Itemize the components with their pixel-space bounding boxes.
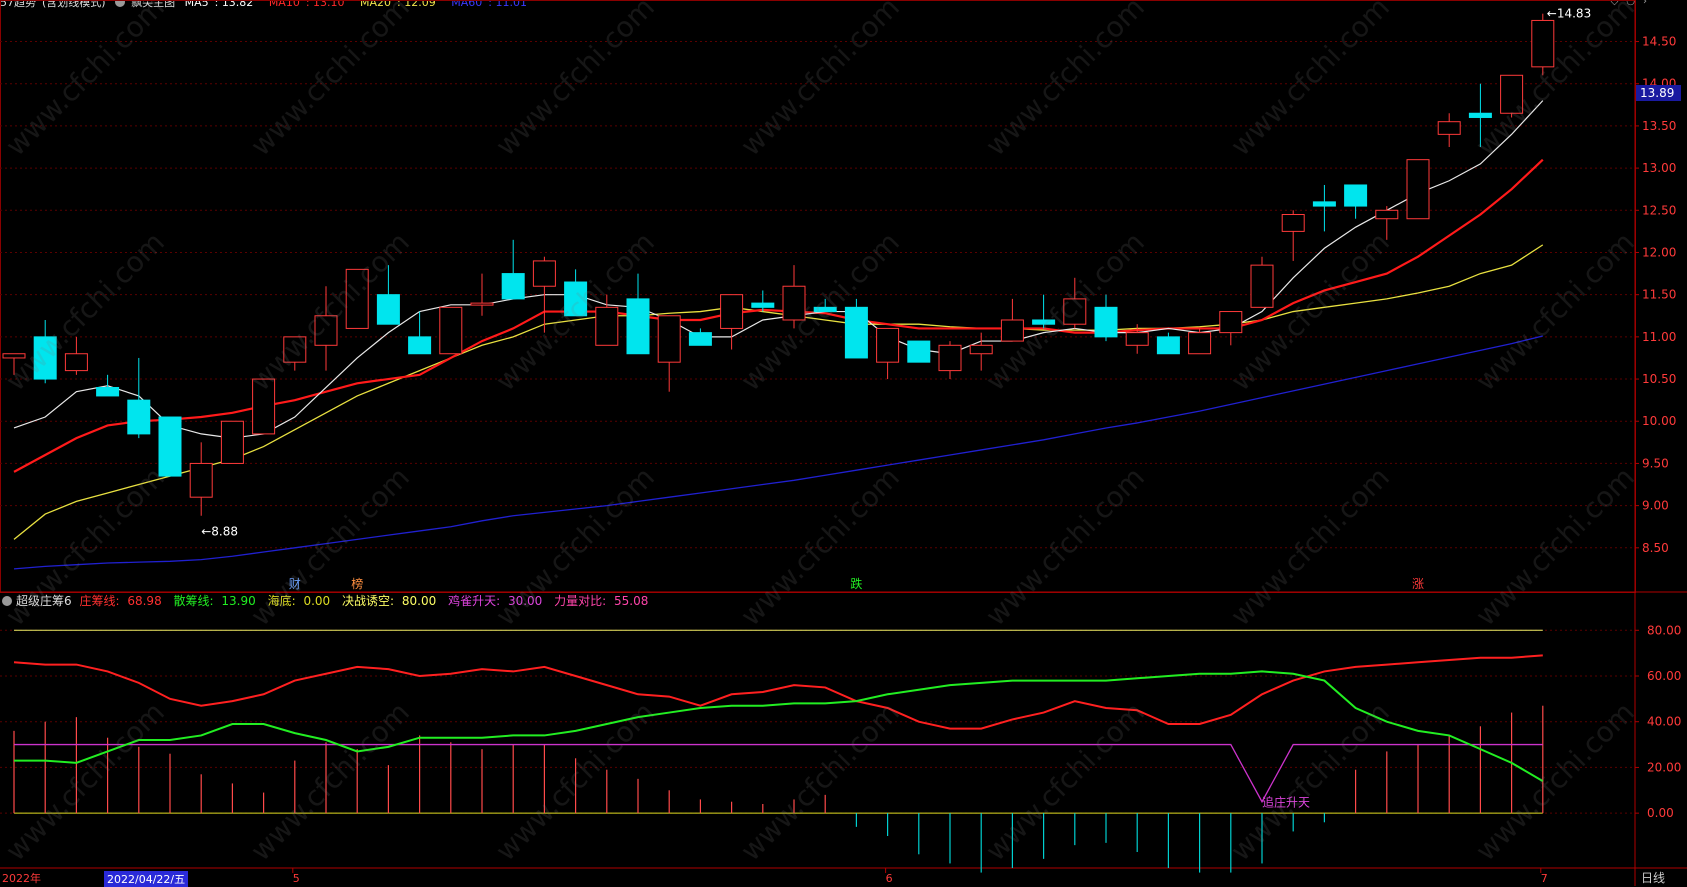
jique-label: 鸡雀升天: 30.00 [448,594,543,608]
candle-body [1344,184,1368,207]
candle-body [751,302,775,308]
candle-body [1437,121,1461,135]
price-tick-label: 9.00 [1642,499,1669,513]
san-label: 散筹线: 13.90 [173,594,256,608]
zhuang-label: 庄筹线: 68.98 [79,594,162,608]
current-price-label: 13.89 [1640,86,1674,100]
candle-body [595,306,619,346]
haidi-label: 海底: 0.00 [267,594,331,608]
candle-body [876,327,900,363]
candle-body [1000,319,1024,342]
candle-body [64,353,88,372]
candle-body [439,306,463,355]
ma5-line [13,100,1544,439]
candle-body [1063,298,1087,325]
candle-body [969,344,993,355]
price-tick-label: 10.50 [1642,372,1676,386]
kline-chart: 14.5014.0013.5013.0012.5012.0011.5011.00… [0,0,1687,886]
current-date-box: 2022/04/22/五 [104,871,189,887]
candle-body [1219,311,1243,334]
candle-body [532,260,556,287]
candle-body [1500,74,1524,114]
indicator-tick-label: 0.00 [1647,806,1674,820]
candle-body [626,298,650,355]
candle-body [1188,332,1212,355]
candle-body [283,336,307,363]
x-axis-label: 2022年 [2,871,41,885]
ji-line [14,743,1543,804]
price-tick-label: 11.00 [1642,330,1676,344]
main-panel-frame [0,0,1636,593]
candle-body [314,315,338,346]
indicator-tick-label: 20.00 [1647,760,1681,774]
x-axis-label: 5 [293,872,300,885]
indicator-toggle-icon[interactable] [2,596,12,606]
candle-body [376,294,400,325]
candle-body [1281,214,1305,232]
candle-body [938,344,962,372]
candle-body [470,302,494,306]
candle-body [189,462,213,498]
indicator-tick-label: 60.00 [1647,669,1681,683]
price-tick-label: 13.50 [1642,119,1676,133]
high-price-label: ←14.83 [1547,7,1591,21]
candle-body [564,281,588,317]
candle-body [1125,332,1149,346]
candle-body [158,416,182,477]
candle-body [657,315,681,363]
indicator-tick-label: 40.00 [1647,715,1681,729]
price-tick-label: 10.00 [1642,414,1676,428]
juezhan-label: 决战诱空: 80.00 [342,594,437,608]
zhuang-line [13,654,1543,730]
price-tick-label: 8.50 [1642,541,1669,555]
signal-marker: 榜 [351,576,363,591]
candle-body [408,336,432,355]
candle-body [813,306,837,313]
price-tick-label: 11.50 [1642,288,1676,302]
candle-body [1406,159,1430,220]
candle-body [33,336,57,380]
candle-body [96,386,120,397]
candle-body [1094,306,1118,338]
candle-body [1032,319,1056,325]
candle-body [1250,264,1274,308]
candle-body [907,340,931,363]
indicator-name: 超级庄筹6 [16,594,72,608]
price-tick-label: 14.50 [1642,35,1676,49]
x-axis-label: 7 [1541,872,1548,885]
signal-marker: 财 [289,577,301,591]
candle-body [782,285,806,321]
liliang-label: 力量对比: 55.08 [554,594,649,608]
candle-body [688,332,712,346]
period-selector[interactable]: 日线 [1641,869,1665,886]
x-axis-label: 6 [886,872,893,885]
signal-marker: 涨 [1412,576,1424,591]
candle-body [2,353,26,359]
candle-body [1375,209,1399,220]
candle-body [501,273,525,300]
candle-body [1531,19,1555,68]
indicator-tick-label: 80.00 [1647,623,1681,637]
candle-body [220,420,244,464]
candle-body [844,306,868,359]
candle-body [1312,201,1336,207]
signal-marker: 跌 [850,576,862,591]
indicator-header: 超级庄筹6 庄筹线: 68.98 散筹线: 13.90 海底: 0.00 决战诱… [2,592,656,608]
candle-body [127,399,151,435]
ma20-line [13,244,1544,540]
candle-body [345,268,369,329]
price-tick-label: 12.50 [1642,203,1676,217]
price-tick-label: 9.50 [1642,456,1669,470]
candle-body [252,378,276,435]
candle-body [1156,336,1180,355]
candle-body [1468,112,1492,118]
price-tick-label: 13.00 [1642,161,1676,175]
candle-body [720,294,744,329]
ji-signal-label: 追庄升天 [1262,795,1310,810]
low-price-label: ←8.88 [201,525,238,539]
price-tick-label: 12.00 [1642,245,1676,259]
